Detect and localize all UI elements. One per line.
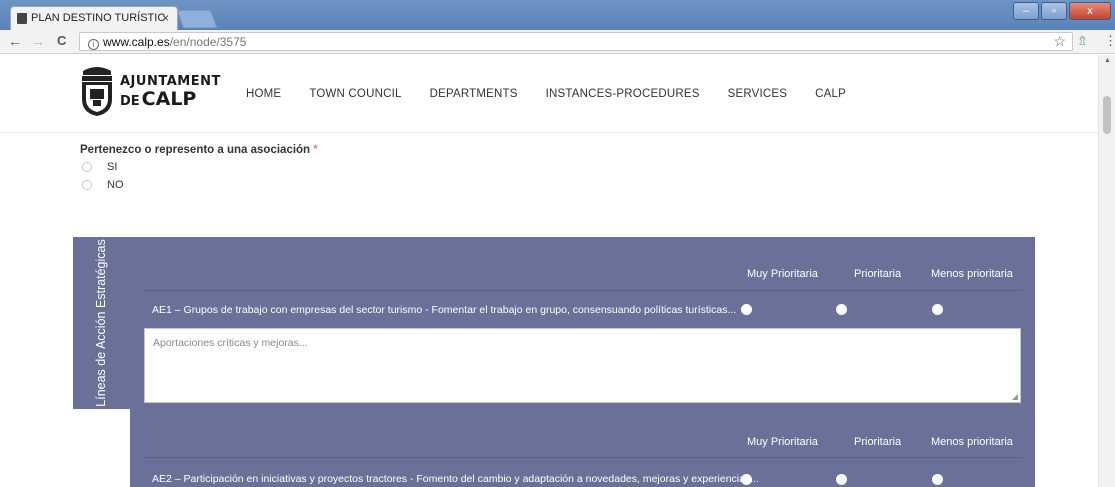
radio-si[interactable] [82,162,92,172]
nav-town-council[interactable]: TOWN COUNCIL [309,88,401,100]
main-nav: HOME TOWN COUNCIL DEPARTMENTS INSTANCES-… [246,88,874,100]
logo-de: DE [120,94,140,109]
browser-titlebar: PLAN DESTINO TURÍSTIC × – ▫ x [0,0,1115,30]
browser-menu-icon[interactable]: ⋮ [1104,33,1115,49]
bookmark-star-icon[interactable]: ☆ [1053,33,1066,50]
logo-calp: CALP [141,88,197,110]
forward-arrow-icon[interactable]: → [31,33,45,49]
nav-home[interactable]: HOME [246,88,281,100]
col-muy-prioritaria: Muy Prioritaria [747,268,818,280]
question-ae1: AE1 – Grupos de trabajo con empresas del… [152,304,743,316]
logo-wordmark[interactable]: AJUNTAMENT DE CALP [120,75,221,109]
ae1-radio-menos-prioritaria[interactable] [932,304,943,315]
radio-option-no[interactable]: NO [82,179,124,191]
page-viewport: AJUNTAMENT DE CALP HOME TOWN COUNCIL DEPA… [0,55,1115,487]
tab-close-icon[interactable]: × [162,11,169,25]
row-divider [144,290,1022,291]
url-domain: www.calp.es [103,35,170,49]
scroll-up-arrow-icon[interactable]: ▲ [1104,57,1111,64]
radio-no[interactable] [82,180,92,190]
col-menos-prioritaria: Menos prioritaria [931,436,1013,448]
back-arrow-icon[interactable]: ← [8,33,22,49]
radio-option-si[interactable]: SI [82,161,117,173]
url-path: /en/node/3575 [169,35,247,49]
window-restore-button[interactable]: ▫ [1041,2,1067,20]
nav-departments[interactable]: DEPARTMENTS [430,88,518,100]
strategic-lines-sidetab: Líneas de Acción Estratégicas [73,237,130,409]
question-ae1-text: AE1 – Grupos de trabajo con empresas del… [152,304,737,316]
question-ae2-text: AE2 – Participación en iniciativas y pro… [152,473,759,485]
sidetab-spacer [73,409,130,487]
window-minimize-button[interactable]: – [1013,2,1039,20]
calp-crest-icon[interactable] [80,65,114,117]
address-bar[interactable]: i www.calp.es/en/node/3575 ☆ [79,32,1073,51]
scrollbar-thumb[interactable] [1103,96,1111,134]
nav-services[interactable]: SERVICES [728,88,788,100]
col-menos-prioritaria: Menos prioritaria [931,268,1013,280]
row-divider [144,457,1022,458]
info-icon[interactable]: i [88,39,99,50]
association-question-label: Pertenezco o represento a una asociación… [80,144,318,156]
required-asterisk: * [313,144,318,156]
col-prioritaria: Prioritaria [854,436,902,448]
col-prioritaria: Prioritaria [854,268,902,280]
ae1-comments-textarea[interactable]: Aportaciones críticas y mejoras... ◢ [144,328,1021,403]
ae2-radio-prioritaria[interactable] [836,474,847,485]
ae1-radio-prioritaria[interactable] [836,304,847,315]
radio-si-label: SI [107,161,118,173]
site-favicon-icon [17,13,27,24]
window-controls: – ▫ x [1013,2,1111,20]
browser-tab[interactable]: PLAN DESTINO TURÍSTIC × [10,6,178,30]
ae1-radio-muy-prioritaria[interactable] [741,304,752,315]
question-ae2: AE2 – Participación en iniciativas y pro… [152,473,759,485]
reload-icon[interactable]: C [57,33,66,48]
radio-no-label: NO [107,179,124,191]
browser-toolbar: ← → C i www.calp.es/en/node/3575 ☆ [0,30,1115,54]
ae2-radio-menos-prioritaria[interactable] [932,474,943,485]
tab-title: PLAN DESTINO TURÍSTIC [31,12,166,24]
new-tab-button[interactable] [176,10,218,28]
site-header: AJUNTAMENT DE CALP HOME TOWN COUNCIL DEPA… [0,55,1098,133]
window-close-button[interactable]: x [1069,2,1111,20]
extension-icon[interactable]: ⇯ [1077,33,1088,49]
logo-ajuntament: AJUNTAMENT [120,74,221,89]
textarea-placeholder: Aportaciones críticas y mejoras... [153,337,308,349]
nav-calp[interactable]: CALP [815,88,846,100]
ae2-radio-muy-prioritaria[interactable] [741,474,752,485]
nav-instances-procedures[interactable]: INSTANCES-PROCEDURES [546,88,700,100]
page-scrollbar[interactable]: ▲ [1098,55,1115,487]
col-muy-prioritaria: Muy Prioritaria [747,436,818,448]
resize-grip-icon[interactable]: ◢ [1012,392,1018,401]
priority-matrix-panel: Muy Prioritaria Prioritaria Menos priori… [130,237,1035,487]
association-question-text: Pertenezco o represento a una asociación [80,144,311,156]
